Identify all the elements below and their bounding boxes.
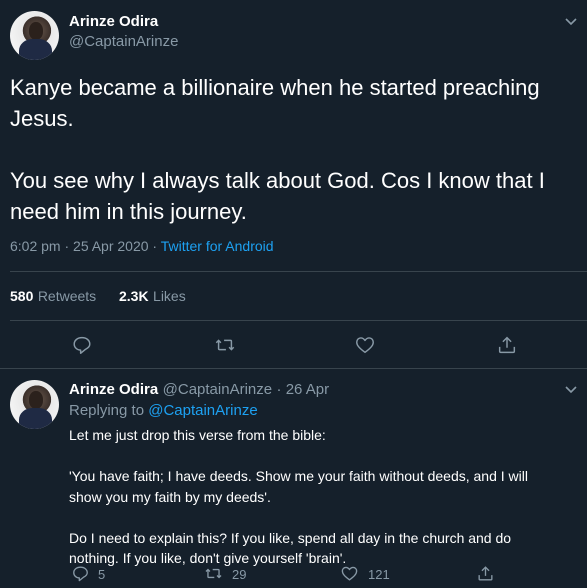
divider: [10, 320, 587, 321]
reply-author-avatar[interactable]: [10, 380, 59, 429]
retweets-count: 580: [10, 288, 34, 304]
reply-retweet-count: 29: [232, 567, 247, 582]
reply-date[interactable]: · 26 Apr: [277, 381, 330, 398]
like-icon[interactable]: [354, 334, 376, 356]
avatar-face: [28, 21, 44, 41]
avatar-body: [18, 408, 53, 429]
tweet-source[interactable]: Twitter for Android: [161, 238, 274, 254]
reply-text: Let me just drop this verse from the bib…: [69, 427, 528, 566]
divider: [10, 271, 587, 272]
likes-count: 2.3K: [119, 288, 149, 304]
reply-header: Arinze Odira @CaptainArinze · 26 Apr: [69, 381, 329, 399]
likes-label: Likes: [153, 288, 186, 304]
replying-to-label: Replying to: [69, 402, 149, 419]
chevron-down-icon[interactable]: [563, 13, 579, 29]
reply-icon[interactable]: [71, 334, 93, 356]
chevron-down-icon[interactable]: [563, 381, 579, 397]
tweet-timestamp[interactable]: 6:02 pm · 25 Apr 2020 ·: [10, 238, 161, 254]
author-avatar[interactable]: [10, 11, 59, 60]
reply-author-name[interactable]: Arinze Odira: [69, 381, 158, 398]
divider: [0, 368, 587, 369]
avatar-face: [28, 390, 44, 410]
retweet-icon[interactable]: [204, 564, 223, 583]
like-icon[interactable]: [340, 564, 359, 583]
retweets-stat[interactable]: 580 Retweets: [10, 288, 96, 306]
reply-like-count: 121: [368, 567, 390, 582]
share-icon[interactable]: [496, 334, 518, 356]
share-icon[interactable]: [476, 564, 495, 583]
author-name[interactable]: Arinze Odira: [69, 13, 158, 30]
reply-author-handle[interactable]: @CaptainArinze: [163, 381, 272, 398]
tweet-meta: 6:02 pm · 25 Apr 2020 · Twitter for Andr…: [10, 238, 274, 254]
reply-icon[interactable]: [71, 564, 90, 583]
replying-to-handle[interactable]: @CaptainArinze: [148, 402, 257, 419]
retweets-label: Retweets: [37, 288, 97, 304]
tweet-text: Kanye became a billionaire when he start…: [10, 75, 545, 224]
reply-reply-count: 5: [98, 567, 106, 582]
replying-to: Replying to @CaptainArinze: [69, 402, 258, 419]
avatar-body: [18, 39, 53, 60]
retweet-icon[interactable]: [214, 334, 236, 356]
author-handle[interactable]: @CaptainArinze: [69, 33, 178, 50]
likes-stat[interactable]: 2.3K Likes: [119, 288, 186, 306]
